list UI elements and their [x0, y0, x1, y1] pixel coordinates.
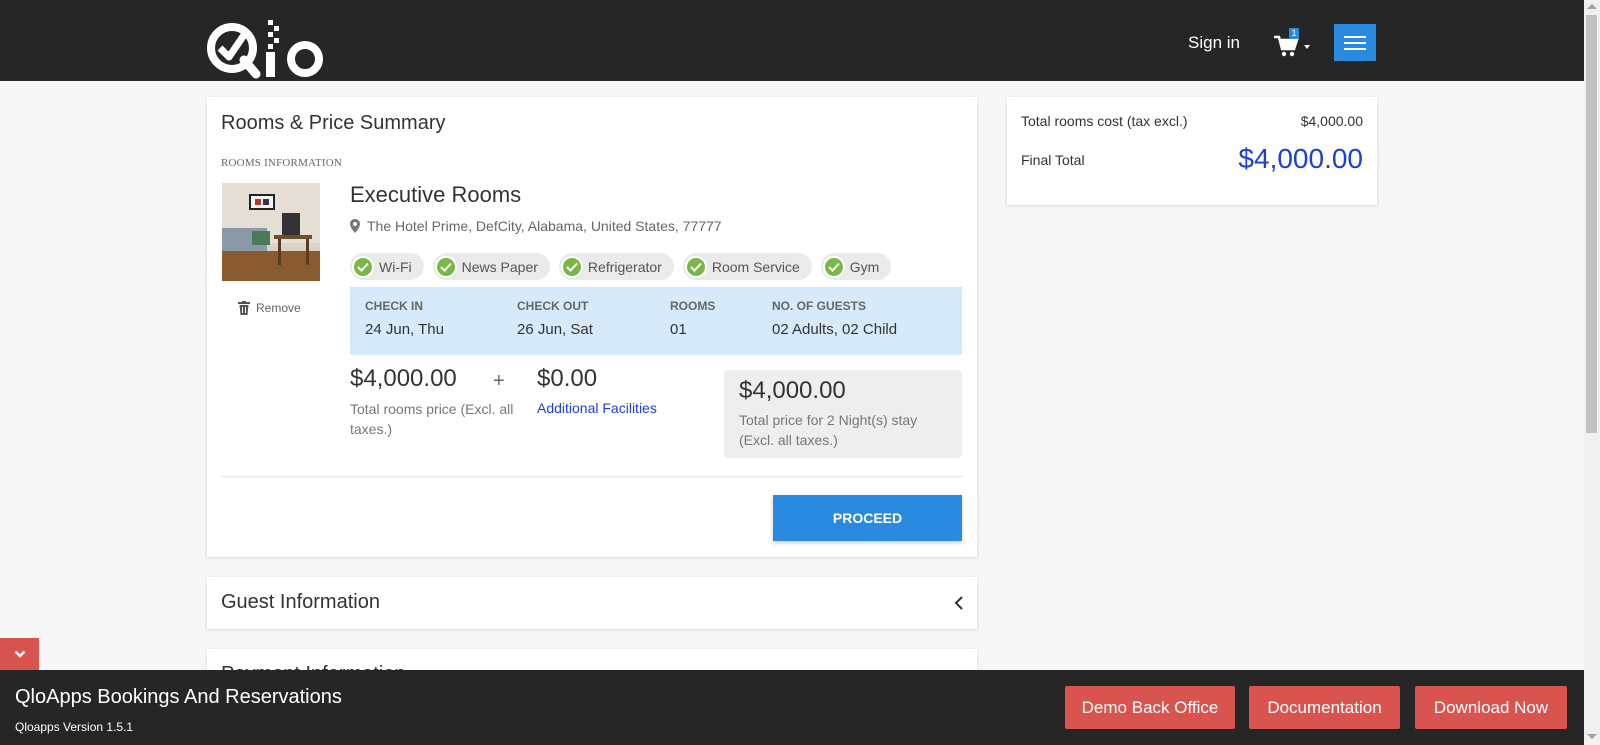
plus-sign: +: [493, 370, 505, 392]
feature-chip: Room Service: [682, 253, 812, 280]
menu-bar: [1344, 47, 1366, 50]
chevron-down-icon: [14, 650, 25, 658]
summary-title: Rooms & Price Summary: [221, 112, 446, 134]
extra-facilities-price: $0.00: [537, 365, 598, 392]
guests-value: 02 Adults, 02 Child: [772, 321, 898, 338]
demo-back-office-button[interactable]: Demo Back Office: [1065, 686, 1235, 729]
checkout-label: CHECK OUT: [517, 299, 589, 313]
feature-label: Room Service: [711, 258, 800, 275]
footer-title: QloApps Bookings And Reservations: [15, 686, 342, 708]
documentation-button[interactable]: Documentation: [1249, 686, 1400, 729]
room-thumbnail-image[interactable]: [222, 183, 320, 281]
rooms-value: 01: [670, 321, 687, 338]
remove-label: Remove: [256, 301, 301, 315]
room-name[interactable]: Executive Rooms: [350, 182, 521, 208]
checkout-value: 26 Jun, Sat: [517, 321, 593, 338]
address-text: The Hotel Prime, DefCity, Alabama, Unite…: [367, 218, 722, 234]
rooms-price-summary-card: Rooms & Price Summary ROOMS INFORMATION …: [207, 97, 977, 557]
menu-bar: [1344, 41, 1366, 44]
proceed-button[interactable]: PROCEED: [773, 495, 962, 541]
checkmark-icon: [684, 255, 707, 278]
total-price-box: $4,000.00 Total price for 2 Night(s) sta…: [724, 370, 962, 458]
divider: [221, 476, 963, 477]
hamburger-menu-button[interactable]: [1334, 24, 1376, 61]
hotel-address: The Hotel Prime, DefCity, Alabama, Unite…: [350, 218, 722, 234]
checkin-label: CHECK IN: [365, 299, 424, 313]
guest-information-title: Guest Information: [221, 591, 380, 613]
rooms-label: ROOMS: [670, 299, 716, 313]
checkin-column: CHECK IN 24 Jun, Thu: [365, 299, 444, 338]
cart-count-badge: 1: [1289, 28, 1299, 39]
scroll-up-arrow-icon[interactable]: [1587, 4, 1597, 9]
feature-label: Refrigerator: [587, 258, 662, 275]
booking-info-panel: CHECK IN 24 Jun, Thu CHECK OUT 26 Jun, S…: [350, 287, 962, 355]
additional-facilities-link[interactable]: Additional Facilities: [537, 400, 657, 416]
download-now-button[interactable]: Download Now: [1415, 686, 1567, 729]
checkmark-icon: [560, 255, 583, 278]
feature-chip: Wi-Fi: [350, 253, 424, 280]
guests-column: NO. OF GUESTS 02 Adults, 02 Child: [772, 299, 897, 338]
trash-icon: [238, 301, 250, 315]
checkmark-icon: [352, 255, 374, 278]
rooms-information-label: ROOMS INFORMATION: [221, 157, 343, 169]
chevron-left-icon[interactable]: [953, 595, 965, 611]
total-price-note: Total price for 2 Night(s) stay (Excl. a…: [739, 412, 918, 448]
rooms-column: ROOMS 01: [670, 299, 715, 338]
map-marker-icon: [350, 219, 360, 233]
rooms-cost-value: $4,000.00: [1300, 113, 1363, 129]
guests-label: NO. OF GUESTS: [772, 299, 867, 313]
total-price: $4,000.00: [739, 377, 846, 404]
scrollbar-thumb[interactable]: [1586, 15, 1597, 433]
feature-label: Gym: [849, 258, 880, 275]
menu-bar: [1344, 35, 1366, 38]
final-total-label: Final Total: [1021, 152, 1085, 168]
remove-room-button[interactable]: Remove: [238, 301, 301, 315]
feature-chip: Refrigerator: [558, 253, 674, 280]
demo-footer-bar: QloApps Bookings And Reservations Qloapp…: [0, 670, 1584, 745]
footer-version: Qloapps Version 1.5.1: [15, 720, 134, 734]
cost-summary-card: Total rooms cost (tax excl.) $4,000.00 F…: [1007, 97, 1377, 205]
qlo-logo[interactable]: [206, 18, 332, 80]
checkout-column: CHECK OUT 26 Jun, Sat: [517, 299, 593, 338]
checkmark-icon: [434, 255, 457, 278]
collapse-footer-button[interactable]: [0, 638, 39, 670]
checkin-value: 24 Jun, Thu: [365, 321, 444, 338]
feature-label: Wi-Fi: [379, 258, 412, 275]
signin-link[interactable]: Sign in: [1188, 33, 1240, 53]
guest-information-card[interactable]: Guest Information: [207, 577, 977, 629]
final-total-value: $4,000.00: [1238, 143, 1363, 174]
top-header: Sign in 1: [0, 0, 1584, 81]
feature-label: News Paper: [461, 258, 538, 275]
room-features-list: Wi-Fi News Paper Refrigerator Room Servi…: [350, 253, 892, 280]
rooms-cost-label: Total rooms cost (tax excl.): [1021, 113, 1188, 129]
checkmark-icon: [822, 255, 845, 278]
room-price: $4,000.00: [350, 365, 457, 392]
page-scrollbar[interactable]: [1584, 0, 1600, 745]
room-price-label: Total rooms price (Excl. all taxes.): [350, 401, 514, 437]
scroll-down-arrow-icon[interactable]: [1587, 734, 1597, 739]
feature-chip: Gym: [820, 253, 892, 280]
feature-chip: News Paper: [432, 253, 550, 280]
